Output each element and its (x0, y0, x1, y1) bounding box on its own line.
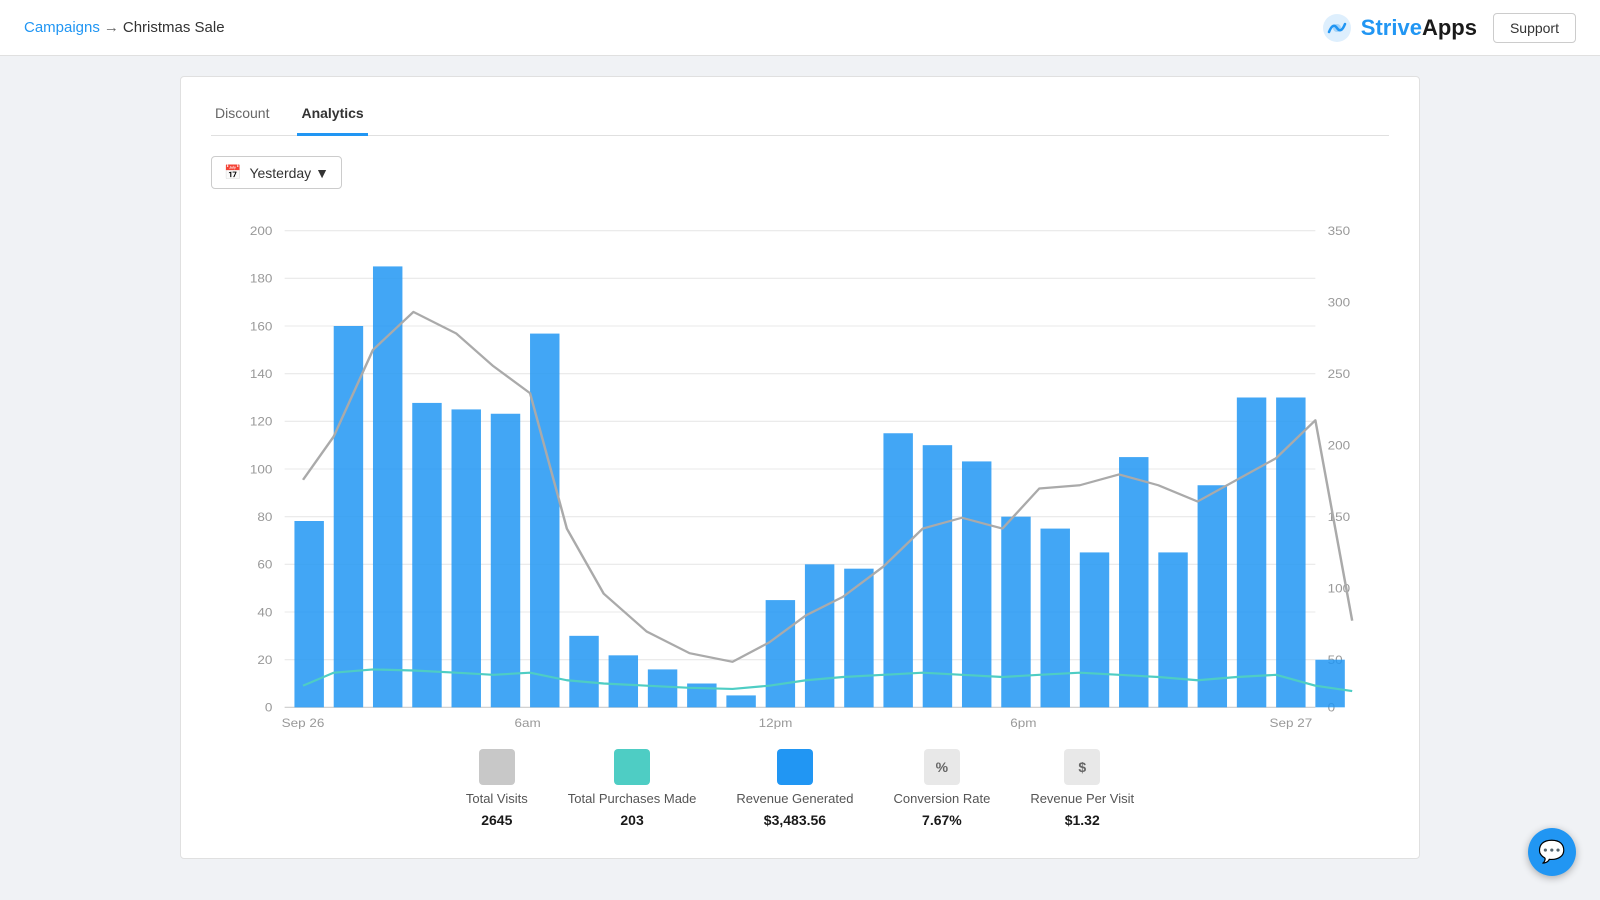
revenue-generated-value: $3,483.56 (764, 812, 826, 828)
date-filter-label: Yesterday ▼ (249, 165, 329, 181)
logo-text: StriveApps (1361, 15, 1477, 41)
total-purchases-swatch (614, 749, 650, 785)
header-right: StriveApps Support (1321, 12, 1576, 44)
svg-text:140: 140 (250, 367, 273, 381)
revenue-generated-label: Revenue Generated (736, 791, 853, 806)
svg-text:40: 40 (257, 605, 272, 619)
svg-text:60: 60 (257, 557, 272, 571)
chart-area: 200 180 160 140 120 100 80 60 40 20 0 35… (211, 209, 1389, 729)
total-purchases-label: Total Purchases Made (568, 791, 697, 806)
legend-revenue-generated: Revenue Generated $3,483.56 (736, 749, 853, 828)
svg-text:20: 20 (257, 653, 272, 667)
svg-text:80: 80 (257, 510, 272, 524)
tab-bar: Discount Analytics (211, 97, 1389, 136)
breadcrumb-arrow: → (104, 19, 119, 36)
tab-discount[interactable]: Discount (211, 97, 273, 136)
legend-conversion-rate: % Conversion Rate 7.67% (893, 749, 990, 828)
svg-text:12pm: 12pm (759, 716, 793, 729)
svg-text:250: 250 (1328, 367, 1351, 381)
svg-text:0: 0 (265, 700, 273, 714)
logo: StriveApps (1321, 12, 1477, 44)
chart-legend: Total Visits 2645 Total Purchases Made 2… (211, 749, 1389, 828)
total-visits-value: 2645 (481, 812, 512, 828)
analytics-chart: 200 180 160 140 120 100 80 60 40 20 0 35… (211, 209, 1389, 729)
date-filter-button[interactable]: 📅 Yesterday ▼ (211, 156, 342, 189)
svg-text:Sep 26: Sep 26 (282, 716, 325, 729)
revenue-per-visit-label: Revenue Per Visit (1030, 791, 1134, 806)
conversion-rate-label: Conversion Rate (893, 791, 990, 806)
legend-revenue-per-visit: $ Revenue Per Visit $1.32 (1030, 749, 1134, 828)
revenue-generated-swatch (777, 749, 813, 785)
svg-text:Sep 27: Sep 27 (1269, 716, 1312, 729)
analytics-card: Discount Analytics 📅 Yesterday ▼ (180, 76, 1420, 859)
main-content: Discount Analytics 📅 Yesterday ▼ (0, 56, 1600, 879)
breadcrumb: Campaigns → Christmas Sale (24, 19, 225, 36)
chat-widget-button[interactable]: 💬 (1528, 828, 1576, 876)
total-visits-swatch (479, 749, 515, 785)
svg-text:100: 100 (250, 462, 273, 476)
total-visits-label: Total Visits (466, 791, 528, 806)
svg-text:200: 200 (1328, 438, 1351, 452)
svg-text:6pm: 6pm (1010, 716, 1036, 729)
svg-text:180: 180 (250, 271, 273, 285)
svg-text:300: 300 (1328, 295, 1351, 309)
svg-text:6am: 6am (514, 716, 540, 729)
header: Campaigns → Christmas Sale StriveApps Su… (0, 0, 1600, 56)
svg-text:160: 160 (250, 319, 273, 333)
breadcrumb-current-page: Christmas Sale (123, 19, 225, 36)
breadcrumb-campaigns-link[interactable]: Campaigns (24, 19, 100, 36)
svg-text:350: 350 (1328, 224, 1351, 238)
support-button[interactable]: Support (1493, 13, 1576, 43)
legend-total-visits: Total Visits 2645 (466, 749, 528, 828)
chat-icon: 💬 (1538, 839, 1565, 865)
striveapps-logo-icon (1321, 12, 1353, 44)
revenue-per-visit-swatch: $ (1064, 749, 1100, 785)
conversion-rate-value: 7.67% (922, 812, 962, 828)
total-purchases-value: 203 (620, 812, 643, 828)
svg-text:200: 200 (250, 224, 273, 238)
tab-analytics[interactable]: Analytics (297, 97, 367, 136)
conversion-rate-swatch: % (924, 749, 960, 785)
revenue-per-visit-value: $1.32 (1065, 812, 1100, 828)
calendar-icon: 📅 (224, 164, 241, 181)
legend-total-purchases: Total Purchases Made 203 (568, 749, 697, 828)
svg-text:120: 120 (250, 414, 273, 428)
